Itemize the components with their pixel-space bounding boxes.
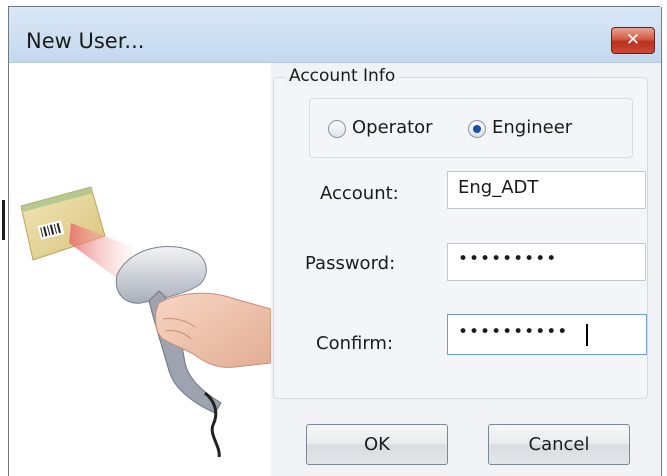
account-input[interactable]: Eng_ADT <box>447 171 646 209</box>
new-user-dialog: New User... ✕ Account Info Operator Engi… <box>8 7 662 476</box>
cancel-button[interactable]: Cancel <box>488 424 630 465</box>
title-bar[interactable]: New User... ✕ <box>9 7 661 63</box>
close-button[interactable]: ✕ <box>611 27 655 54</box>
confirm-input[interactable]: •••••••••• <box>447 314 647 355</box>
close-icon: ✕ <box>625 30 641 50</box>
password-label: Password: <box>305 253 396 274</box>
account-label: Account: <box>320 183 399 204</box>
text-caret <box>586 324 588 346</box>
confirm-label: Confirm: <box>316 333 394 354</box>
ok-button[interactable]: OK <box>306 424 448 465</box>
background-window-mark <box>2 200 5 240</box>
engineer-label[interactable]: Engineer <box>492 117 572 138</box>
window-title: New User... <box>26 29 145 53</box>
operator-radio[interactable] <box>328 120 346 138</box>
dialog-client-area: Account Info Operator Engineer Account: … <box>9 63 661 476</box>
barcode-scanner-icon <box>20 186 272 458</box>
background-window-edge <box>0 0 8 476</box>
operator-label[interactable]: Operator <box>352 117 433 138</box>
engineer-radio[interactable] <box>468 120 486 138</box>
password-input[interactable]: ••••••••• <box>447 243 646 281</box>
barcode-scanner-illustration <box>9 63 272 476</box>
account-info-title: Account Info <box>285 66 400 86</box>
selected-indicator <box>473 125 481 133</box>
